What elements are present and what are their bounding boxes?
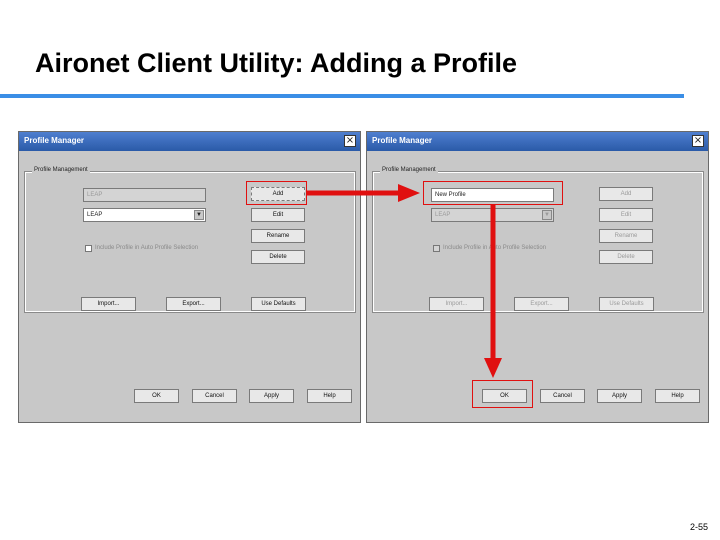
- page-number: 2-55: [690, 522, 709, 532]
- arrow-right-head: [398, 184, 420, 202]
- annotation-arrows: [307, 184, 502, 378]
- arrow-down-head: [484, 358, 502, 378]
